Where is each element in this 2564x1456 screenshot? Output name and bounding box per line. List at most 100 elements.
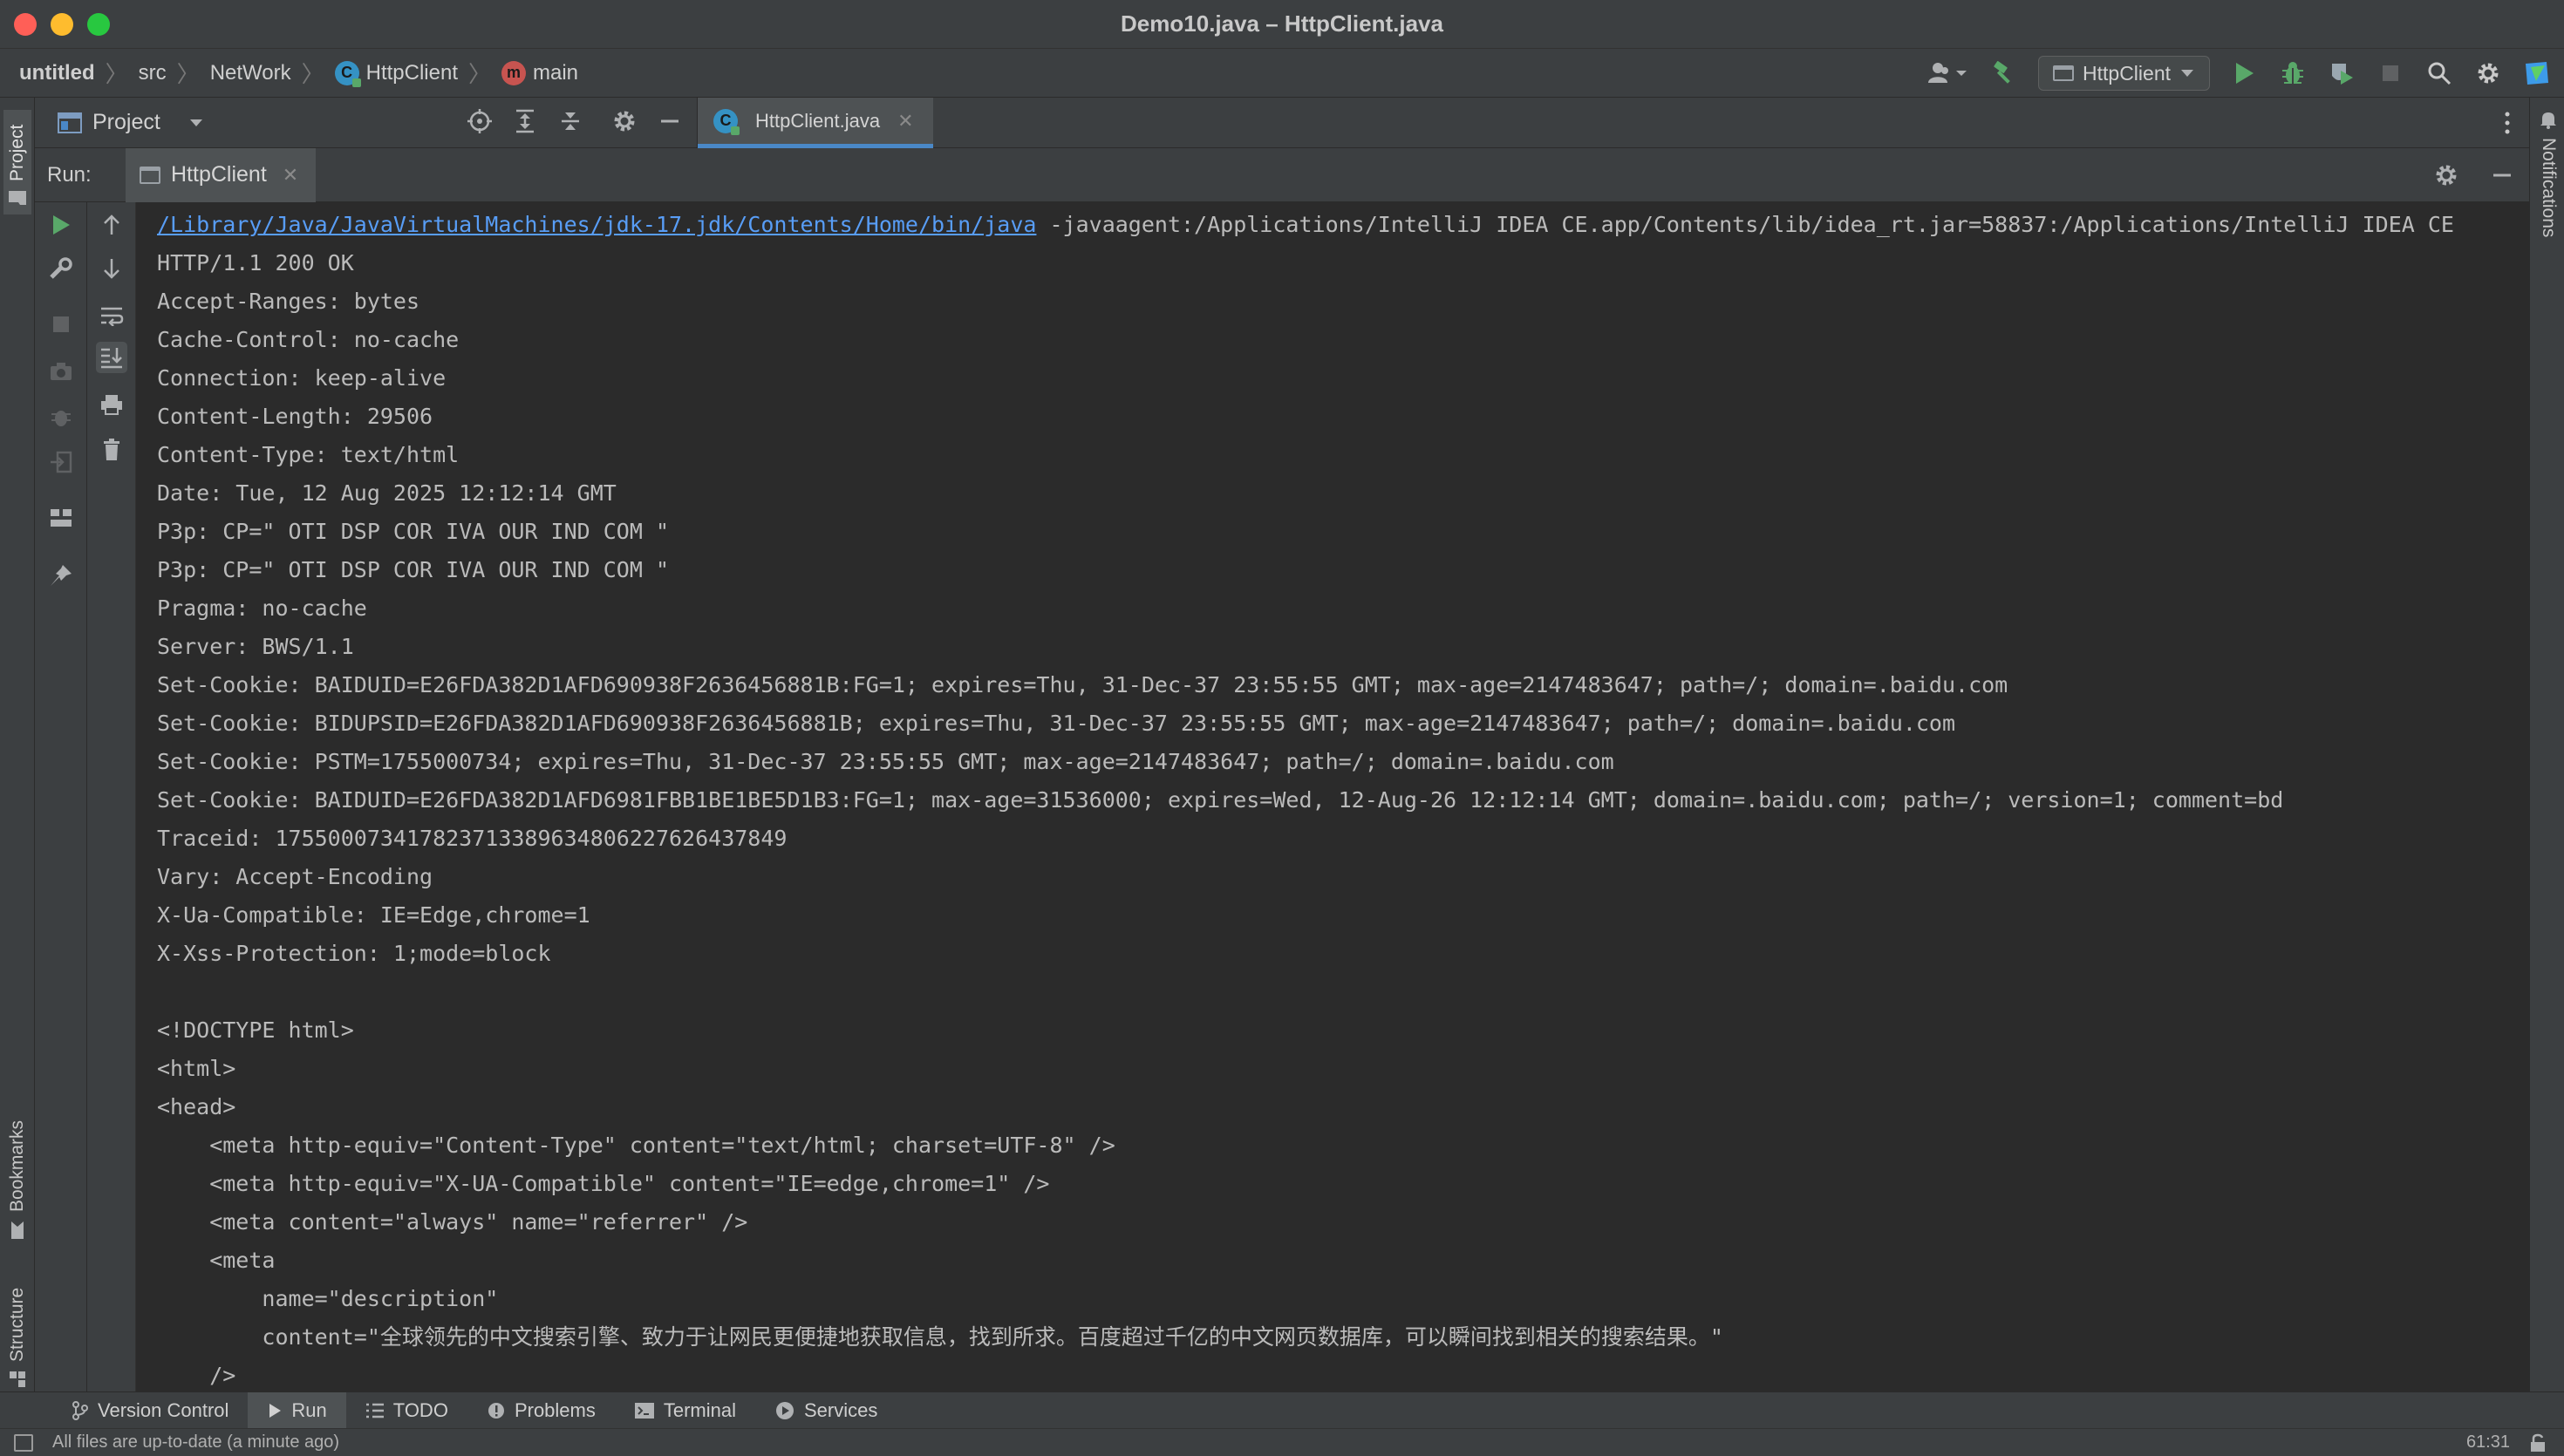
arrow-down-icon[interactable] <box>96 253 127 284</box>
tool-tab-terminal[interactable]: Terminal <box>615 1392 755 1429</box>
console-lines: HTTP/1.1 200 OK Accept-Ranges: bytes Cache… <box>157 244 2529 1391</box>
breadcrumb-label: NetWork <box>209 60 291 85</box>
navigation-bar: untitled 〉 src 〉 NetWork 〉 C HttpClient … <box>0 49 2564 98</box>
project-window-icon <box>58 112 82 133</box>
console-actions-gutter <box>87 202 136 1391</box>
breadcrumb-separator-icon: 〉 <box>176 61 200 87</box>
trash-icon[interactable] <box>96 434 127 466</box>
tool-tab-label: TODO <box>392 1398 448 1421</box>
pin-icon[interactable] <box>45 560 77 591</box>
search-icon[interactable] <box>2424 58 2454 88</box>
folder-icon <box>9 191 26 205</box>
bottom-tool-tabs: Version Control Run TODO Problems Termin… <box>0 1391 2564 1429</box>
close-window-button[interactable] <box>14 13 37 36</box>
console-line: X-Xss-Protection: 1;mode=block <box>157 941 551 966</box>
console-line: /> <box>157 1363 236 1388</box>
console-line: content="全球领先的中文搜索引擎、致力于让网民更便捷地获取信息，找到所求… <box>157 1324 1723 1350</box>
window-icon <box>140 166 160 184</box>
cursor-position[interactable]: 61:31 <box>2466 1432 2510 1453</box>
tool-tab-run[interactable]: Run <box>248 1391 346 1429</box>
tool-tab-todo[interactable]: TODO <box>346 1392 467 1429</box>
build-hammer-icon[interactable] <box>1989 58 2019 88</box>
project-tool-tab-label: Project <box>7 124 27 181</box>
camera-icon[interactable] <box>45 356 77 387</box>
console-line: Server: BWS/1.1 <box>157 634 354 659</box>
window-title: Demo10.java – HttpClient.java <box>1121 10 1443 37</box>
java-executable-link[interactable]: /Library/Java/JavaVirtualMachines/jdk-17… <box>157 212 1036 237</box>
run-label: Run: <box>47 162 92 187</box>
list-icon <box>365 1403 384 1418</box>
editor-tab-label: HttpClient.java <box>755 109 881 132</box>
stop-icon[interactable] <box>45 309 77 340</box>
console-line: P3p: CP=" OTI DSP COR IVA OUR IND COM " <box>157 557 669 582</box>
jetbrains-toolbox-icon[interactable] <box>2522 58 2552 88</box>
exit-icon[interactable] <box>45 446 77 478</box>
console-output[interactable]: /Library/Java/JavaVirtualMachines/jdk-17… <box>136 202 2529 1391</box>
settings-gear-icon[interactable] <box>2473 58 2503 88</box>
breadcrumb-label: HttpClient <box>365 60 458 85</box>
account-icon[interactable] <box>1925 58 1970 88</box>
console-line: <meta <box>157 1248 276 1273</box>
settings-gear-icon[interactable] <box>610 106 639 136</box>
toggle-tool-windows-icon[interactable] <box>14 1433 33 1452</box>
tool-tab-version-control[interactable]: Version Control <box>52 1392 248 1429</box>
console-line: <meta http-equiv="Content-Type" content=… <box>157 1133 1115 1158</box>
print-icon[interactable] <box>96 389 127 420</box>
project-tool-tab[interactable]: Project <box>3 110 31 214</box>
console-line: <meta http-equiv="X-UA-Compatible" conte… <box>157 1171 1050 1196</box>
unlock-icon[interactable] <box>2529 1433 2547 1453</box>
run-tab-label: HttpClient <box>171 162 267 187</box>
tool-tab-services[interactable]: Services <box>755 1392 897 1429</box>
status-message[interactable]: All files are up-to-date (a minute ago) <box>52 1432 339 1453</box>
hide-panel-icon[interactable] <box>2487 160 2517 190</box>
expand-all-icon[interactable] <box>510 106 540 136</box>
project-view-selector[interactable]: Project <box>35 110 204 135</box>
wrench-icon[interactable] <box>45 253 77 284</box>
notifications-tool-tab[interactable]: Notifications <box>2535 110 2561 237</box>
debug-bug-icon[interactable] <box>2278 58 2308 88</box>
rerun-play-icon[interactable] <box>45 209 77 241</box>
locate-target-icon[interactable] <box>465 106 494 136</box>
stop-icon[interactable] <box>2376 58 2405 88</box>
run-play-icon[interactable] <box>2229 58 2259 88</box>
breadcrumb-method[interactable]: m main <box>501 60 578 85</box>
java-class-icon: C <box>334 60 361 87</box>
bookmarks-tool-tab[interactable]: Bookmarks <box>3 1100 31 1240</box>
console-line: Set-Cookie: BAIDUID=E26FDA382D1AFD690938… <box>157 672 2008 697</box>
breadcrumb-src[interactable]: src <box>139 61 167 85</box>
project-panel-title: Project <box>92 110 160 134</box>
window-icon <box>2053 65 2075 81</box>
maximize-window-button[interactable] <box>87 13 110 36</box>
breadcrumb-package[interactable]: NetWork <box>210 61 291 85</box>
collapse-all-icon[interactable] <box>556 106 585 136</box>
tool-tab-label: Terminal <box>663 1398 736 1421</box>
more-options-icon[interactable] <box>2503 110 2512 140</box>
chevron-down-icon <box>2181 70 2193 77</box>
editor-tab-httpclient[interactable]: C HttpClient.java ✕ <box>698 98 933 148</box>
soft-wrap-icon[interactable] <box>96 300 127 331</box>
breadcrumb-class[interactable]: C HttpClient <box>334 60 458 87</box>
settings-gear-icon[interactable] <box>2431 160 2461 190</box>
close-icon[interactable]: ✕ <box>897 110 913 133</box>
arrow-up-icon[interactable] <box>96 209 127 241</box>
method-icon: m <box>501 60 526 85</box>
hide-panel-icon[interactable] <box>655 106 685 136</box>
tool-tab-label: Problems <box>514 1398 596 1421</box>
console-line: Cache-Control: no-cache <box>157 327 460 352</box>
breadcrumb-project[interactable]: untitled <box>19 61 95 85</box>
console-line: Content-Type: text/html <box>157 442 460 467</box>
minimize-window-button[interactable] <box>51 13 73 36</box>
run-tab-httpclient[interactable]: HttpClient ✕ <box>126 147 317 202</box>
structure-tool-tab[interactable]: Structure <box>3 1257 31 1388</box>
tool-tab-problems[interactable]: Problems <box>467 1392 615 1429</box>
branch-icon <box>72 1400 88 1420</box>
layout-icon[interactable] <box>45 502 77 534</box>
run-with-coverage-icon[interactable] <box>2327 58 2356 88</box>
console-line: P3p: CP=" OTI DSP COR IVA OUR IND COM " <box>157 519 669 544</box>
debugger-disabled-icon[interactable] <box>45 401 77 432</box>
scroll-to-end-icon[interactable] <box>96 342 127 373</box>
close-icon[interactable]: ✕ <box>283 164 298 187</box>
run-configuration-select[interactable]: HttpClient <box>2038 56 2210 91</box>
console-line: HTTP/1.1 200 OK <box>157 250 354 276</box>
